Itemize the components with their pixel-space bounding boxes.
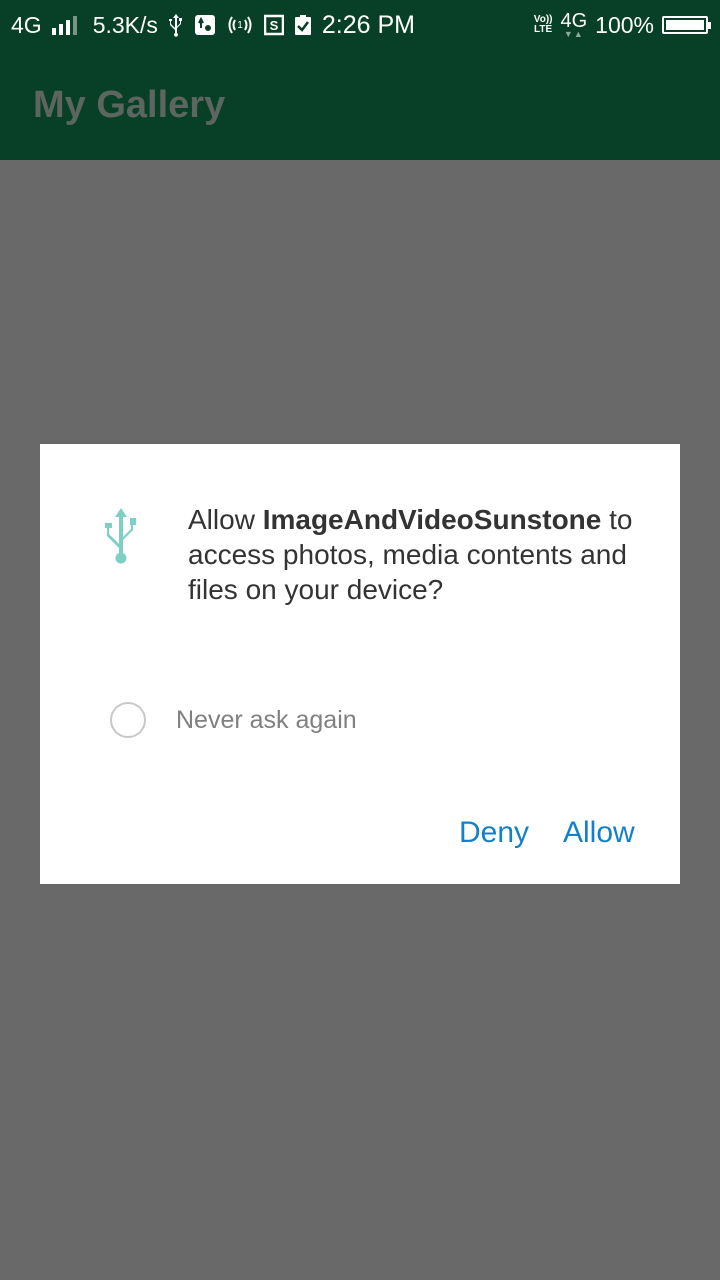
never-ask-again-label[interactable]: Never ask again [176,706,357,735]
status-right-group: Vo)) LTE 4G ▼▲ 100% [534,0,711,50]
never-ask-again-row[interactable]: Never ask again [110,702,357,738]
allow-button[interactable]: Allow [563,816,635,850]
usb-debug-icon [194,14,216,36]
svg-text:S: S [270,18,279,33]
battery-fill [666,20,704,30]
battery-percent: 100% [595,11,654,38]
clipboard-check-icon [294,14,312,36]
usb-icon [102,506,140,564]
network-type: 4G [11,11,42,38]
status-bar: 4G 5.3K/s 1 S 2:26 PM Vo)) LTE 4G ▼▲ 100… [0,0,720,50]
network-right-label: 4G [560,9,588,32]
deny-button[interactable]: Deny [459,816,529,850]
data-arrows-icon: ▼▲ [563,28,584,39]
network-speed: 5.3K/s [92,11,158,38]
network-4g-indicator: 4G ▼▲ [560,9,588,39]
volte-icon: Vo)) LTE [534,15,553,35]
svg-text:1: 1 [237,20,243,31]
never-ask-again-radio[interactable] [110,702,146,738]
permission-dialog: Allow ImageAndVideoSunstone to access ph… [40,444,680,884]
hotspot-icon: 1 [226,14,254,36]
signal-icon [51,15,77,35]
usb-icon [168,13,184,37]
status-left-group: 4G 5.3K/s 1 S 2:26 PM [0,11,415,40]
page-title: My Gallery [33,84,226,126]
volte-bottom: LTE [534,24,553,35]
clock: 2:26 PM [321,10,416,39]
permission-message: Allow ImageAndVideoSunstone to access ph… [188,502,638,607]
app-name: ImageAndVideoSunstone [262,504,602,535]
s-app-icon: S [263,14,284,36]
message-prefix: Allow [188,504,263,535]
app-bar: My Gallery [0,50,720,160]
battery-icon [662,16,711,34]
